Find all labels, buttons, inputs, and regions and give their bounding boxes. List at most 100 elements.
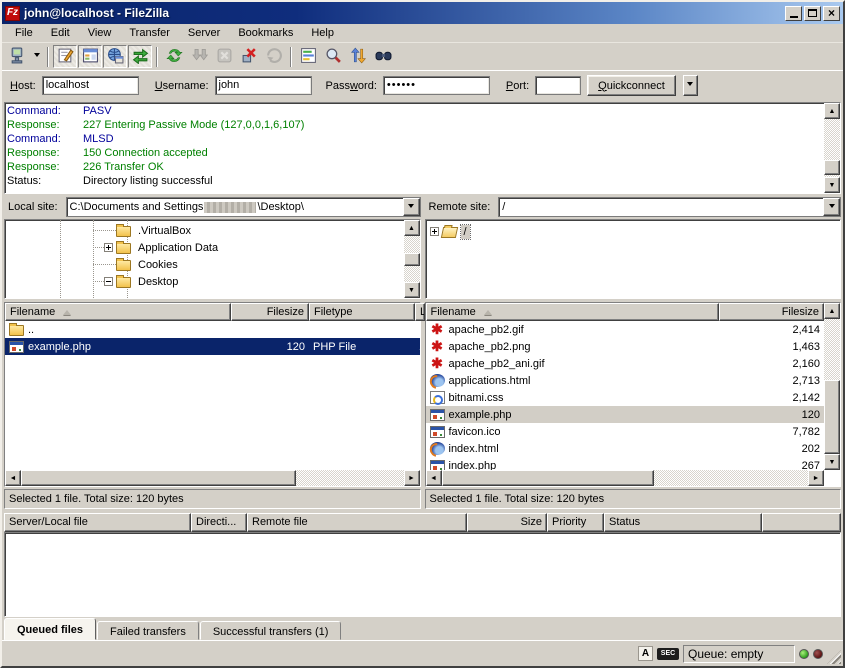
remote-pane: Remote site: / / FilenameFilesize apache… bbox=[425, 196, 842, 509]
scroll-down-icon[interactable]: ▼ bbox=[824, 454, 840, 470]
queue-column-status[interactable]: Status bbox=[604, 513, 762, 532]
column-header-filename[interactable]: Filename bbox=[5, 303, 231, 321]
site-manager-button[interactable] bbox=[5, 45, 29, 68]
collapse-icon[interactable] bbox=[104, 277, 113, 286]
find-files-button[interactable] bbox=[371, 45, 395, 68]
queue-column-size[interactable]: Size bbox=[467, 513, 547, 532]
tree-item--[interactable]: / bbox=[426, 222, 841, 239]
minimize-button[interactable] bbox=[785, 6, 802, 21]
tree-item-application-data[interactable]: Application Data bbox=[5, 239, 404, 256]
filesize-cell: 120 bbox=[231, 338, 309, 355]
scroll-up-icon[interactable]: ▲ bbox=[404, 220, 420, 236]
tab-successful-transfers-1-[interactable]: Successful transfers (1) bbox=[200, 621, 342, 640]
toggle-message-log-button[interactable] bbox=[53, 45, 77, 68]
column-header-label: Filesize bbox=[267, 306, 304, 318]
close-button[interactable]: × bbox=[823, 6, 840, 21]
scroll-right-icon[interactable]: ► bbox=[404, 470, 420, 486]
remote-horizontal-scrollbar[interactable]: ◄ ► bbox=[426, 470, 825, 486]
scroll-down-icon[interactable]: ▼ bbox=[824, 177, 840, 193]
file-row-example-php[interactable]: example.php120PHP File1 bbox=[5, 338, 420, 355]
menu-item-file[interactable]: File bbox=[6, 25, 42, 41]
queue-column-directi-[interactable]: Directi... bbox=[191, 513, 247, 532]
directory-comparison-button[interactable] bbox=[321, 45, 345, 68]
port-input[interactable] bbox=[535, 76, 581, 95]
password-input[interactable]: •••••• bbox=[383, 76, 490, 95]
window-title: john@localhost - FileZilla bbox=[24, 6, 781, 20]
scroll-left-icon[interactable]: ◄ bbox=[426, 470, 442, 486]
modified-cell: 1 bbox=[415, 338, 420, 355]
host-input[interactable]: localhost bbox=[42, 76, 139, 95]
scroll-up-icon[interactable]: ▲ bbox=[824, 103, 840, 119]
resize-grip[interactable] bbox=[827, 650, 841, 664]
column-header-l[interactable]: L bbox=[415, 303, 425, 321]
maximize-button[interactable] bbox=[804, 6, 821, 21]
column-header-filesize[interactable]: Filesize bbox=[231, 303, 309, 321]
menu-item-edit[interactable]: Edit bbox=[42, 25, 79, 41]
file-row-applications-html[interactable]: applications.html2,713 bbox=[426, 372, 825, 389]
local-list-body: ..example.php120PHP File1 bbox=[5, 321, 420, 470]
queue-column-remote-file[interactable]: Remote file bbox=[247, 513, 467, 532]
chevron-down-icon bbox=[408, 204, 414, 211]
menu-item-view[interactable]: View bbox=[79, 25, 121, 41]
local-site-dropdown-button[interactable] bbox=[403, 198, 420, 216]
tree-item-cookies[interactable]: Cookies bbox=[5, 256, 404, 273]
menu-item-help[interactable]: Help bbox=[302, 25, 343, 41]
tree-item-label: / bbox=[461, 225, 470, 239]
filesize-cell: 2,160 bbox=[719, 355, 824, 372]
remote-site-combobox[interactable]: / bbox=[498, 197, 841, 217]
local-horizontal-scrollbar[interactable]: ◄ ► bbox=[5, 470, 420, 486]
tree-item-desktop[interactable]: Desktop bbox=[5, 273, 404, 290]
log-line-label: Command: bbox=[7, 104, 83, 118]
queue-column-priority[interactable]: Priority bbox=[547, 513, 604, 532]
scroll-down-icon[interactable]: ▼ bbox=[404, 282, 420, 298]
disconnect-button[interactable] bbox=[237, 45, 261, 68]
file-row-bitnami-css[interactable]: bitnami.css2,142 bbox=[426, 389, 825, 406]
site-manager-dropdown-button[interactable] bbox=[30, 45, 43, 68]
local-site-combobox[interactable]: C:\Documents and Settings\Desktop\ bbox=[66, 197, 421, 217]
quickconnect-button[interactable]: Quickconnect bbox=[587, 75, 676, 96]
quickconnect-dropdown-button[interactable] bbox=[683, 75, 698, 96]
tab-failed-transfers[interactable]: Failed transfers bbox=[97, 621, 199, 640]
file-row--[interactable]: .. bbox=[5, 321, 420, 338]
scroll-up-icon[interactable]: ▲ bbox=[824, 303, 840, 319]
filter-button[interactable] bbox=[296, 45, 320, 68]
column-header-filesize[interactable]: Filesize bbox=[719, 303, 824, 321]
reconnect-button[interactable] bbox=[262, 45, 286, 68]
username-input[interactable]: john bbox=[215, 76, 312, 95]
column-header-filename[interactable]: Filename bbox=[426, 303, 720, 321]
file-row-favicon-ico[interactable]: favicon.ico7,782 bbox=[426, 423, 825, 440]
file-row-apache-pb2-gif[interactable]: apache_pb2.gif2,414 bbox=[426, 321, 825, 338]
expand-icon[interactable] bbox=[430, 227, 439, 236]
column-header-filetype[interactable]: Filetype bbox=[309, 303, 415, 321]
local-tree-scrollbar[interactable]: ▲ ▼ bbox=[404, 220, 420, 298]
refresh-button[interactable] bbox=[162, 45, 186, 68]
tab-queued-files[interactable]: Queued files bbox=[4, 618, 96, 640]
tree-item--virtualbox[interactable]: .VirtualBox bbox=[5, 222, 404, 239]
host-label: Host: bbox=[10, 80, 36, 92]
file-row-example-php[interactable]: example.php120 bbox=[426, 406, 825, 423]
menu-item-server[interactable]: Server bbox=[179, 25, 229, 41]
scroll-right-icon[interactable]: ► bbox=[808, 470, 824, 486]
remote-site-dropdown-button[interactable] bbox=[823, 198, 840, 216]
menu-item-bookmarks[interactable]: Bookmarks bbox=[229, 25, 302, 41]
file-row-index-html[interactable]: index.html202 bbox=[426, 440, 825, 457]
remote-vertical-scrollbar[interactable]: ▲ ▼ bbox=[824, 303, 840, 470]
file-row-apache-pb2-png[interactable]: apache_pb2.png1,463 bbox=[426, 338, 825, 355]
process-queue-button[interactable] bbox=[187, 45, 211, 68]
toggle-transfer-queue-button[interactable] bbox=[128, 45, 152, 68]
toolbar-separator bbox=[47, 47, 49, 67]
synchronized-browsing-button[interactable] bbox=[346, 45, 370, 68]
transfer-queue: Server/Local fileDirecti...Remote fileSi… bbox=[4, 513, 841, 617]
cancel-operation-button[interactable] bbox=[212, 45, 236, 68]
expand-icon[interactable] bbox=[104, 243, 113, 252]
log-line: Response:227 Entering Passive Mode (127,… bbox=[7, 118, 822, 132]
scroll-left-icon[interactable]: ◄ bbox=[5, 470, 21, 486]
file-row-apache-pb2-ani-gif[interactable]: apache_pb2_ani.gif2,160 bbox=[426, 355, 825, 372]
toggle-local-tree-button[interactable] bbox=[78, 45, 102, 68]
queue-column-empty[interactable] bbox=[762, 513, 841, 532]
menu-item-transfer[interactable]: Transfer bbox=[120, 25, 179, 41]
queue-column-server-local-file[interactable]: Server/Local file bbox=[4, 513, 191, 532]
toggle-remote-tree-button[interactable] bbox=[103, 45, 127, 68]
queue-body[interactable] bbox=[4, 532, 841, 617]
message-log-scrollbar[interactable]: ▲ ▼ bbox=[824, 103, 840, 193]
